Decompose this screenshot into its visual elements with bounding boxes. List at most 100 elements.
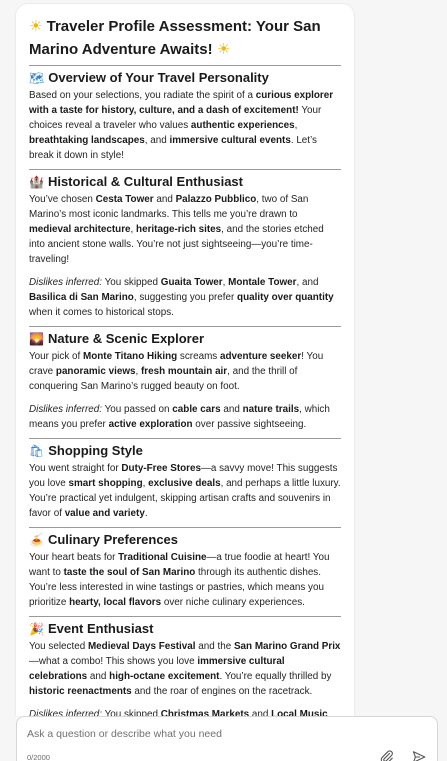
bold-text: smart shopping xyxy=(68,478,143,489)
title-text: Traveler Profile Assessment: Your San Ma… xyxy=(29,18,321,58)
section-paragraph: Your heart beats for Traditional Cuisine… xyxy=(29,550,341,610)
section-heading-text: Historical & Cultural Enthusiast xyxy=(47,174,243,189)
section-paragraph: You went straight for Duty-Free Stores—a… xyxy=(29,461,341,521)
bold-text: hearty, local flavors xyxy=(69,597,162,608)
bold-text: Traditional Cuisine xyxy=(118,552,207,563)
character-counter: 0/2000 xyxy=(27,753,50,761)
profile-section: 🏰 Historical & Cultural Enthusiast You’ve … xyxy=(29,169,341,320)
text-run: and the xyxy=(195,641,234,652)
text-run: , xyxy=(294,120,298,131)
text-run: , suggesting you prefer xyxy=(133,292,238,303)
section-heading: 🎉 Event Enthusiast xyxy=(29,620,341,638)
sun-icon: ☀ xyxy=(216,40,231,58)
section-heading: 🌄 Nature & Scenic Explorer xyxy=(29,330,341,348)
bold-text: Christmas Markets xyxy=(160,709,250,716)
italic-text: Dislikes inferred: xyxy=(29,709,102,716)
food-plate-icon: 🍝 xyxy=(29,533,44,547)
bold-text: exclusive deals xyxy=(148,478,221,489)
profile-section: 🗺 Overview of Your Travel Personality Base… xyxy=(29,65,341,163)
mountain-sunrise-icon: 🌄 xyxy=(29,332,44,346)
section-paragraph: Dislikes inferred: You passed on cable c… xyxy=(29,402,341,432)
castle-icon: 🏰 xyxy=(29,175,44,189)
text-run: You’ve chosen xyxy=(29,194,96,205)
bold-text: adventure seeker xyxy=(219,351,302,362)
profile-section: 🎉 Event Enthusiast You selected Medieval D… xyxy=(29,616,341,716)
section-heading: 🗺 Overview of Your Travel Personality xyxy=(29,69,341,87)
text-run: when it comes to historical stops. xyxy=(29,307,174,318)
italic-text: Dislikes inferred: xyxy=(29,277,102,288)
text-run: You selected xyxy=(29,641,88,652)
paperclip-icon[interactable] xyxy=(380,750,394,761)
text-run: You skipped xyxy=(102,709,161,716)
bold-text: immersive cultural events xyxy=(169,135,291,146)
section-heading-text: Overview of Your Travel Personality xyxy=(48,70,269,85)
section-paragraph: You’ve chosen Cesta Tower and Palazzo Pu… xyxy=(29,192,341,267)
bold-text: authentic experiences xyxy=(190,120,295,131)
italic-text: Dislikes inferred: xyxy=(29,404,102,415)
map-icon: 🗺 xyxy=(29,71,45,85)
bold-text: San Marino Grand Prix xyxy=(233,641,341,652)
text-run: —what a combo! This shows you love xyxy=(29,656,198,667)
profile-section: 🌄 Nature & Scenic Explorer Your pick of Mo… xyxy=(29,326,341,432)
text-run: over niche culinary experiences. xyxy=(161,597,305,608)
profile-section: 🛍 Shopping Style You went straight for Dut… xyxy=(29,438,341,521)
bold-text: Palazzo Pubblico xyxy=(175,194,257,205)
shopping-bags-icon: 🛍 xyxy=(29,444,45,458)
chat-transcript[interactable]: ☀ Traveler Profile Assessment: Your San … xyxy=(0,0,447,716)
text-run: , and xyxy=(144,135,170,146)
bold-text: taste the soul of San Marino xyxy=(63,567,196,578)
bold-text: historic reenactments xyxy=(29,686,132,697)
section-paragraph: You selected Medieval Days Festival and … xyxy=(29,639,341,699)
section-heading-text: Culinary Preferences xyxy=(47,532,179,547)
text-run: , and xyxy=(296,277,319,288)
text-run: screams xyxy=(177,351,220,362)
text-run: Your pick of xyxy=(29,351,83,362)
bold-text: Duty-Free Stores xyxy=(121,463,201,474)
composer: 0/2000 xyxy=(16,716,438,761)
question-input[interactable] xyxy=(27,725,407,743)
text-run: Based on your selections, you radiate th… xyxy=(29,90,256,101)
bold-text: Basilica di San Marino xyxy=(29,292,134,303)
section-heading-text: Shopping Style xyxy=(48,443,143,458)
section-heading: 🛍 Shopping Style xyxy=(29,442,341,460)
section-heading: 🍝 Culinary Preferences xyxy=(29,531,341,549)
text-run: . xyxy=(144,508,148,519)
bold-text: cable cars xyxy=(172,404,221,415)
bold-text: Guaita Tower xyxy=(160,277,223,288)
bold-text: breathtaking landscapes xyxy=(29,135,145,146)
bold-text: Local Music xyxy=(271,709,328,716)
section-heading-text: Nature & Scenic Explorer xyxy=(47,331,205,346)
bold-text: Medieval Days Festival xyxy=(87,641,196,652)
bold-text: nature trails xyxy=(242,404,300,415)
bold-text: heritage-rich sites xyxy=(136,224,222,235)
bold-text: value and variety xyxy=(64,508,145,519)
bold-text: quality over quantity xyxy=(237,292,334,303)
text-run: and xyxy=(220,404,243,415)
section-heading-text: Event Enthusiast xyxy=(47,621,154,636)
profile-section: 🍝 Culinary Preferences Your heart beats fo… xyxy=(29,527,341,610)
bold-text: high-octane excitement xyxy=(109,671,220,682)
bold-text: panoramic views xyxy=(55,366,136,377)
text-run: You passed on xyxy=(102,404,173,415)
section-paragraph: Based on your selections, you radiate th… xyxy=(29,88,341,163)
bold-text: Cesta Tower xyxy=(95,194,154,205)
text-run: You skipped xyxy=(102,277,161,288)
text-run: . You’re equally thrilled by xyxy=(219,671,332,682)
text-run: Your heart beats for xyxy=(29,552,119,563)
text-run: and xyxy=(87,671,110,682)
text-run: over passive sightseeing. xyxy=(192,419,307,430)
assistant-message: ☀ Traveler Profile Assessment: Your San … xyxy=(16,4,354,716)
send-icon[interactable] xyxy=(412,750,426,761)
text-run: and xyxy=(153,194,176,205)
section-heading: 🏰 Historical & Cultural Enthusiast xyxy=(29,173,341,191)
section-paragraph: Dislikes inferred: You skipped Christmas… xyxy=(29,707,341,716)
bold-text: medieval architecture xyxy=(29,224,131,235)
text-run: and xyxy=(249,709,272,716)
sun-icon: ☀ xyxy=(29,17,43,35)
bold-text: fresh mountain air xyxy=(141,366,228,377)
profile-sections: 🗺 Overview of Your Travel Personality Base… xyxy=(29,65,341,716)
section-paragraph: Your pick of Monte Titano Hiking screams… xyxy=(29,349,341,394)
bold-text: active exploration xyxy=(108,419,193,430)
bold-text: Montale Tower xyxy=(228,277,297,288)
text-run: You went straight for xyxy=(29,463,122,474)
